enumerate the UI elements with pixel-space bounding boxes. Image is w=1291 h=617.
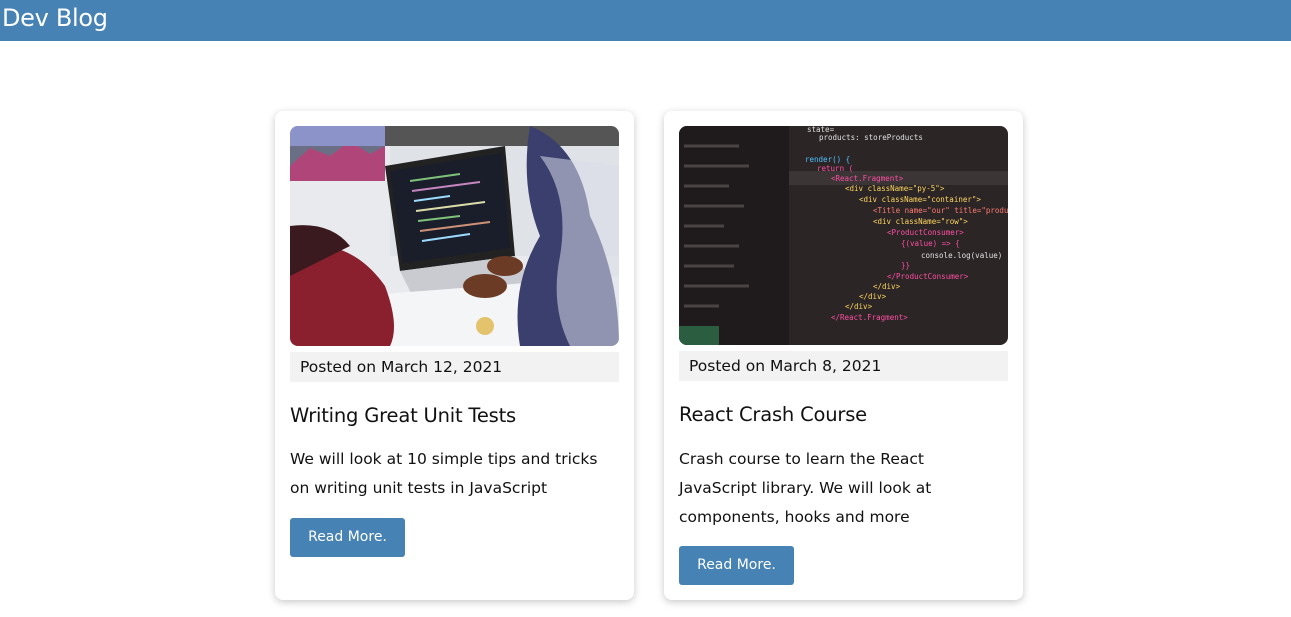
svg-text:}}: }} — [901, 261, 910, 270]
post-thumbnail-laptop — [290, 126, 619, 346]
post-title[interactable]: Writing Great Unit Tests — [290, 403, 516, 429]
svg-text:<div className="container">: <div className="container"> — [859, 195, 981, 204]
svg-text:</div>: </div> — [859, 292, 887, 301]
post-description: Crash course to learn the React JavaScri… — [679, 450, 932, 526]
svg-text:{(value) => {: {(value) => { — [901, 239, 960, 248]
post-date: Posted on March 12, 2021 — [290, 352, 619, 382]
site-brand[interactable]: Dev Blog — [2, 3, 108, 33]
svg-text:</div>: </div> — [845, 302, 873, 311]
read-more-button[interactable]: Read More. — [290, 518, 405, 557]
svg-text:</ProductConsumer>: </ProductConsumer> — [887, 272, 969, 281]
svg-text:<div className="row">: <div className="row"> — [873, 217, 968, 226]
svg-text:render() {: render() { — [805, 155, 850, 164]
svg-text:console.log(value): console.log(value) — [921, 251, 1002, 260]
svg-text:</React.Fragment>: </React.Fragment> — [831, 313, 908, 322]
svg-text:<ProductConsumer>: <ProductConsumer> — [887, 228, 964, 237]
post-thumbnail-code: state= products: storeProducts render() … — [679, 126, 1008, 345]
svg-text:<React.Fragment>: <React.Fragment> — [831, 174, 904, 183]
svg-text:return (: return ( — [817, 164, 853, 173]
navbar: Dev Blog — [0, 0, 1291, 41]
post-description: We will look at 10 simple tips and trick… — [290, 450, 598, 497]
svg-text:products: storeProducts: products: storeProducts — [819, 133, 923, 142]
read-more-button[interactable]: Read More. — [679, 546, 794, 585]
post-card: Posted on March 12, 2021 Writing Great U… — [275, 111, 634, 600]
svg-text:<Title name="our" title="produ: <Title name="our" title="product — [873, 206, 1008, 215]
post-card: state= products: storeProducts render() … — [664, 111, 1023, 600]
post-date: Posted on March 8, 2021 — [679, 351, 1008, 381]
svg-text:</div>: </div> — [873, 282, 901, 291]
post-title[interactable]: React Crash Course — [679, 402, 867, 428]
svg-text:<div className="py-5">: <div className="py-5"> — [845, 184, 945, 193]
